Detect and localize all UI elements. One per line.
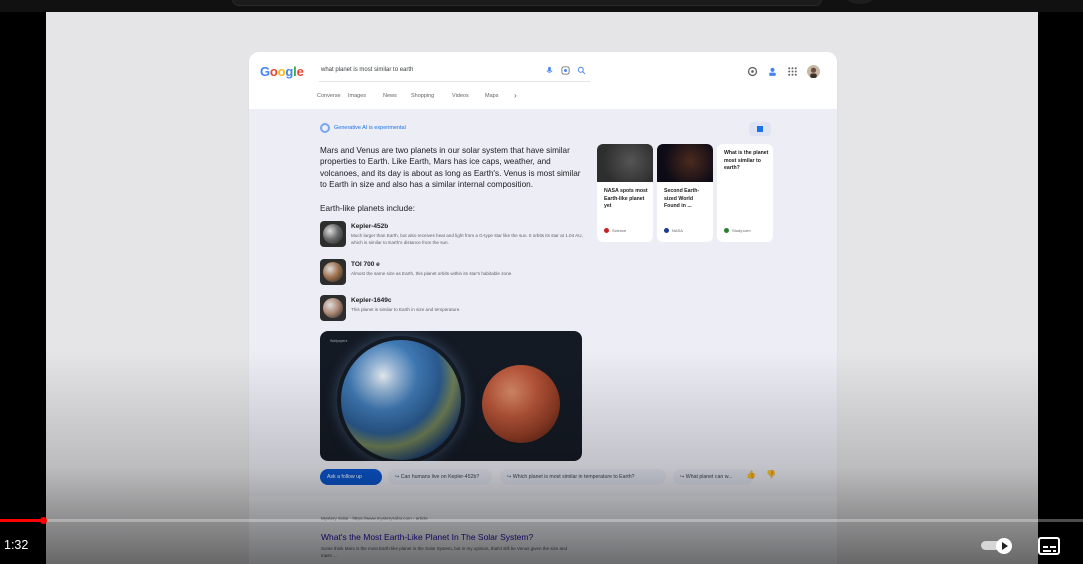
planet-thumbnail bbox=[320, 259, 346, 285]
planet-description: This planet is similar to Earth in size … bbox=[351, 307, 461, 312]
google-header: Google what planet is most similar to ea… bbox=[249, 52, 837, 109]
planet-image bbox=[323, 298, 343, 318]
tab-converse[interactable]: Converse bbox=[317, 93, 341, 99]
planet-thumbnail bbox=[320, 221, 346, 247]
labs-icon[interactable] bbox=[747, 66, 758, 77]
thumbs-down-icon[interactable]: 👎 bbox=[766, 470, 776, 479]
planet-thumbnail bbox=[320, 295, 346, 321]
source-site-name: Science bbox=[612, 228, 627, 233]
followup-chip[interactable]: ↪ Can humans live on Kepler-452b? bbox=[388, 469, 492, 485]
planet-image bbox=[323, 224, 343, 244]
search-icon[interactable] bbox=[577, 66, 586, 75]
logo-letter: G bbox=[260, 64, 270, 79]
tab-videos[interactable]: Videos bbox=[452, 93, 469, 99]
layout-toggle-button[interactable] bbox=[749, 122, 771, 136]
search-box[interactable]: what planet is most similar to earth bbox=[319, 62, 590, 82]
source-card[interactable]: Second Earth-sized World Found in ... NAS… bbox=[657, 144, 713, 242]
google-logo[interactable]: Google bbox=[260, 64, 304, 79]
site-favicon-icon bbox=[724, 228, 729, 233]
top-voice-button[interactable] bbox=[846, 0, 874, 4]
followup-text: What planet can w... bbox=[685, 474, 733, 480]
source-site: Study.com bbox=[724, 228, 751, 233]
list-heading: Earth-like planets include: bbox=[320, 203, 416, 213]
autoplay-toggle[interactable] bbox=[981, 538, 1015, 554]
ai-summary: Mars and Venus are two planets in our so… bbox=[320, 146, 581, 189]
organic-result[interactable]: Mystery Solar · https://www.mysterysolar… bbox=[249, 497, 837, 564]
source-card[interactable]: NASA spots most Earth-like planet yet Sci… bbox=[597, 144, 653, 242]
source-site: Science bbox=[604, 228, 626, 233]
layout-icon bbox=[757, 126, 763, 132]
planet-item[interactable]: TOI 700 e Almost the same size as Earth, … bbox=[320, 259, 590, 287]
tab-shopping[interactable]: Shopping bbox=[411, 93, 434, 99]
progress-fill bbox=[0, 519, 44, 522]
planet-name: TOI 700 e bbox=[351, 261, 380, 268]
followup-text: Which planet is most similar in temperat… bbox=[512, 474, 635, 480]
play-icon bbox=[996, 538, 1012, 554]
earth-mars-image[interactable]: Wallpapers bbox=[320, 331, 582, 461]
source-title: What is the planet most similar to earth… bbox=[724, 150, 769, 171]
source-title: Second Earth-sized World Found in ... bbox=[664, 188, 700, 209]
source-image bbox=[657, 144, 713, 182]
result-title[interactable]: What's the Most Earth-Like Planet In The… bbox=[321, 532, 533, 542]
planet-name: Kepler-1649c bbox=[351, 297, 392, 304]
mars-image bbox=[482, 365, 560, 443]
site-favicon-icon bbox=[604, 228, 609, 233]
followup-chips: Ask a follow up ↪ Can humans live on Kep… bbox=[320, 469, 780, 485]
logo-letter: g bbox=[285, 64, 294, 79]
tab-images[interactable]: Images bbox=[348, 93, 366, 99]
source-site: NASA bbox=[664, 228, 683, 233]
avatar[interactable] bbox=[807, 65, 820, 78]
planet-image bbox=[323, 262, 343, 282]
lens-icon[interactable] bbox=[561, 66, 570, 75]
ask-followup-button[interactable]: Ask a follow up bbox=[320, 469, 382, 485]
image-source-tag: Wallpapers bbox=[330, 339, 348, 343]
source-site-name: NASA bbox=[672, 228, 683, 233]
earth-image bbox=[341, 340, 461, 460]
planet-description: Much larger than Earth, but also receive… bbox=[351, 233, 583, 245]
followup-text: Can humans live on Kepler-452b? bbox=[400, 474, 480, 480]
video-player: Google what planet is most similar to ea… bbox=[0, 0, 1083, 564]
result-snippet: Some think Mars is the most Earth-like p… bbox=[321, 546, 567, 558]
planet-name: Kepler-452b bbox=[351, 223, 389, 230]
account-switch-icon[interactable] bbox=[767, 66, 778, 77]
ai-experimental-badge: Generative AI is experimental bbox=[334, 125, 406, 131]
thumbs-up-icon[interactable]: 👍 bbox=[746, 470, 756, 479]
search-query[interactable]: what planet is most similar to earth bbox=[321, 67, 413, 73]
chevron-right-icon[interactable]: › bbox=[514, 91, 517, 100]
source-site-name: Study.com bbox=[732, 228, 751, 233]
tab-maps[interactable]: Maps bbox=[485, 93, 498, 99]
current-time: 1:32 bbox=[4, 538, 29, 552]
source-card[interactable]: What is the planet most similar to earth… bbox=[717, 144, 773, 242]
progress-bar[interactable] bbox=[0, 517, 1083, 524]
followup-chip[interactable]: ↪ What planet can w... bbox=[673, 469, 753, 485]
subtitles-icon[interactable] bbox=[1038, 537, 1060, 555]
sge-spark-icon bbox=[320, 123, 330, 133]
planet-item[interactable]: Kepler-1649c This planet is similar to Ea… bbox=[320, 295, 590, 323]
top-search-bar[interactable] bbox=[232, 0, 822, 6]
player-top-bar bbox=[0, 0, 1083, 12]
microphone-icon[interactable] bbox=[545, 66, 554, 75]
planet-description: Almost the same size as Earth, this plan… bbox=[351, 271, 513, 276]
logo-letter: e bbox=[296, 64, 304, 79]
planet-item[interactable]: Kepler-452b Much larger than Earth, but a… bbox=[320, 221, 590, 249]
video-frame[interactable]: Google what planet is most similar to ea… bbox=[46, 12, 1038, 564]
apps-grid-icon[interactable] bbox=[787, 66, 798, 77]
tab-news[interactable]: News bbox=[383, 93, 397, 99]
source-title: NASA spots most Earth-like planet yet bbox=[604, 188, 648, 209]
logo-letter: o bbox=[269, 64, 278, 79]
search-results-card: Google what planet is most similar to ea… bbox=[249, 52, 837, 522]
site-favicon-icon bbox=[664, 228, 669, 233]
source-image bbox=[597, 144, 653, 182]
followup-chip[interactable]: ↪ Which planet is most similar in temper… bbox=[500, 469, 666, 485]
